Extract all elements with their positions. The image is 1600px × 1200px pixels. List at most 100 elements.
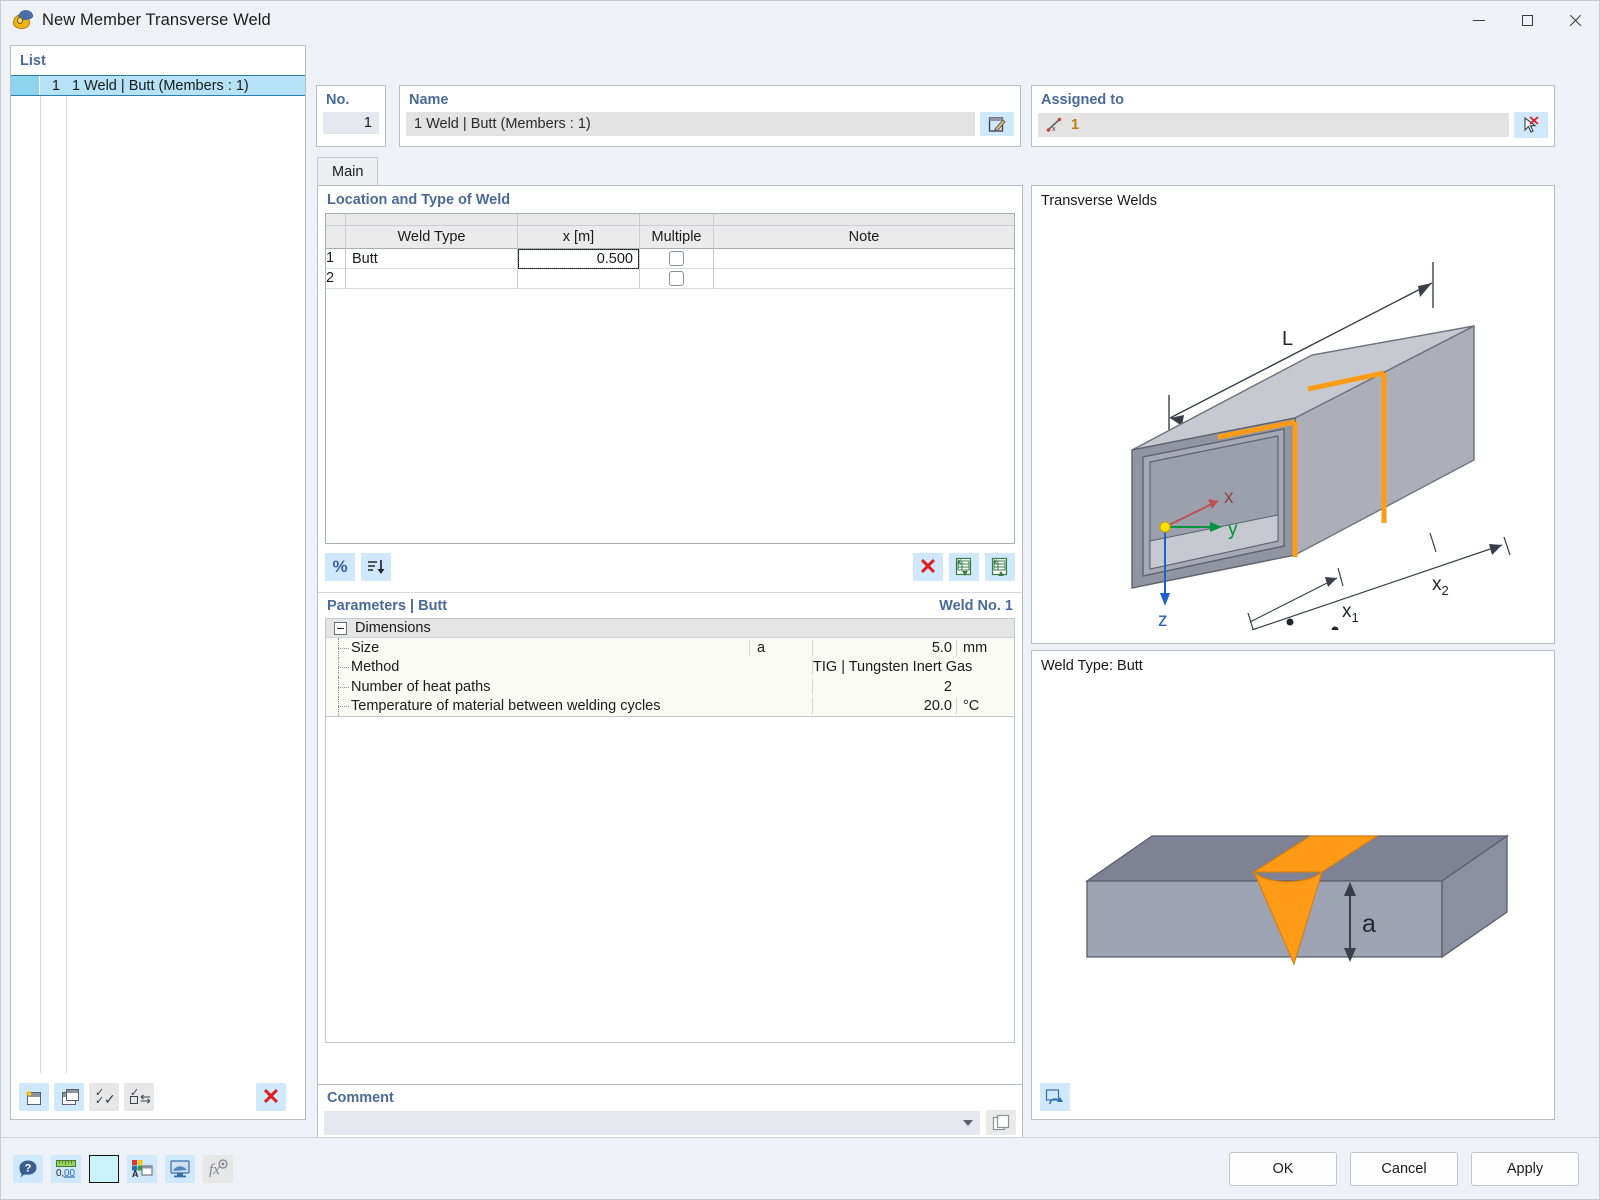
copy-icon xyxy=(992,1114,1009,1130)
number-field[interactable]: 1 xyxy=(323,112,379,134)
refresh-preview-button[interactable] xyxy=(1040,1083,1070,1111)
params-group-dimensions[interactable]: Dimensions xyxy=(326,619,1014,638)
label-x2: x2 xyxy=(1432,574,1449,598)
list-item[interactable]: 1 1 Weld | Butt (Members : 1) xyxy=(11,75,305,96)
svg-text:x: x xyxy=(1052,126,1056,133)
sort-button[interactable] xyxy=(361,553,391,581)
edit-name-button[interactable] xyxy=(980,112,1014,136)
weld-table-toolbar: % ✕ X X xyxy=(325,552,1015,582)
new-item-button[interactable]: ✦ xyxy=(19,1082,49,1111)
col-weld-type: Weld Type xyxy=(346,226,518,249)
ok-button[interactable]: OK xyxy=(1229,1151,1337,1186)
comment-input[interactable] xyxy=(324,1110,980,1135)
formula-icon: fx xyxy=(209,1159,228,1178)
param-value[interactable]: 20.0 xyxy=(812,698,956,715)
tree-connector xyxy=(326,677,351,697)
param-name: Size xyxy=(351,639,380,656)
param-row[interactable]: Method TIG | Tungsten Inert Gas xyxy=(326,657,1014,678)
param-value[interactable]: TIG | Tungsten Inert Gas xyxy=(812,659,972,676)
list-item-label: 1 Weld | Butt (Members : 1) xyxy=(72,78,249,94)
param-value[interactable]: 2 xyxy=(812,678,956,695)
weld-section-caption: Location and Type of Weld xyxy=(327,192,511,208)
close-button[interactable] xyxy=(1551,1,1599,40)
maximize-button[interactable] xyxy=(1503,1,1551,40)
invert-check-icon: ✓ ⇆ xyxy=(130,1086,151,1106)
dialog-window: New Member Transverse Weld List 1 1 Weld… xyxy=(0,0,1600,1200)
weld-number-label: Weld No. 1 xyxy=(939,598,1013,614)
assigned-field[interactable]: x 1 xyxy=(1038,113,1509,137)
cell-multiple[interactable] xyxy=(640,249,714,269)
cell-x[interactable] xyxy=(518,269,640,289)
name-field[interactable]: 1 Weld | Butt (Members : 1) xyxy=(406,112,975,136)
param-row[interactable]: Temperature of material between welding … xyxy=(326,696,1014,717)
invert-selection-button[interactable]: ✓ ⇆ xyxy=(124,1082,154,1111)
clear-assignment-button[interactable] xyxy=(1514,112,1548,138)
list-grid[interactable]: 1 1 Weld | Butt (Members : 1) xyxy=(11,75,305,1073)
units-icon: 0, 00 xyxy=(56,1160,76,1178)
export-excel-button[interactable]: X xyxy=(985,553,1015,581)
cell-x[interactable]: 0.500 xyxy=(518,248,640,269)
param-row[interactable]: Size a 5.0 mm xyxy=(326,638,1014,658)
delete-item-button[interactable]: ✕ xyxy=(256,1082,286,1111)
list-item-color-swatch xyxy=(11,76,40,95)
sort-descending-icon xyxy=(368,559,385,574)
number-caption: No. xyxy=(326,92,350,108)
monitor-icon xyxy=(170,1160,190,1178)
assigned-caption: Assigned to xyxy=(1041,92,1124,108)
display-properties-button[interactable]: A xyxy=(127,1154,157,1183)
view-settings-button[interactable] xyxy=(165,1154,195,1183)
x-icon: ✕ xyxy=(261,1083,281,1109)
collapse-icon[interactable] xyxy=(334,621,347,635)
row-index: 1 xyxy=(326,249,346,269)
tree-connector xyxy=(326,638,351,658)
weld-app-icon xyxy=(11,8,34,32)
delete-cursor-icon xyxy=(1524,116,1539,133)
cell-multiple[interactable] xyxy=(640,269,714,289)
label-L: L xyxy=(1282,328,1293,350)
comment-copy-button[interactable] xyxy=(986,1110,1016,1135)
param-value[interactable]: 5.0 xyxy=(812,639,956,656)
table-row[interactable]: 1 Butt 0.500 xyxy=(326,248,1014,269)
param-unit: mm xyxy=(956,639,1014,656)
window-controls xyxy=(1455,1,1599,40)
units-button[interactable]: 0, 00 xyxy=(51,1154,81,1183)
cell-note[interactable] xyxy=(714,249,1014,269)
delete-row-button[interactable]: ✕ xyxy=(913,553,943,581)
help-button[interactable]: ? xyxy=(13,1154,43,1183)
params-header: Parameters | Butt Weld No. 1 xyxy=(318,593,1022,618)
list-caption: List xyxy=(20,53,46,69)
cell-weld-type[interactable]: Butt xyxy=(346,249,518,269)
chevron-down-icon[interactable] xyxy=(963,1119,973,1126)
name-caption: Name xyxy=(409,92,449,108)
excel-import-icon: X xyxy=(955,557,971,576)
minimize-button[interactable] xyxy=(1455,1,1503,40)
list-item-no: 1 xyxy=(51,78,60,94)
svg-text:?: ? xyxy=(25,1163,32,1175)
formula-button[interactable]: fx xyxy=(203,1154,233,1183)
color-swatch-button[interactable] xyxy=(89,1154,119,1183)
copy-page-icon xyxy=(59,1088,79,1106)
check-all-icon: ✓ ✓ ✓ xyxy=(95,1086,116,1107)
percent-button[interactable]: % xyxy=(325,553,355,581)
table-row[interactable]: 2 xyxy=(326,269,1014,289)
multiple-checkbox[interactable] xyxy=(669,251,684,266)
apply-button[interactable]: Apply xyxy=(1471,1151,1579,1186)
cancel-button[interactable]: Cancel xyxy=(1350,1151,1458,1186)
axis-label-y: y xyxy=(1228,519,1238,540)
param-row[interactable]: Number of heat paths 2 xyxy=(326,677,1014,697)
main-panel: Location and Type of Weld Weld Type x [m… xyxy=(317,185,1023,1120)
dialog-body: List 1 1 Weld | Butt (Members : 1) ✦ ✓ ✓… xyxy=(1,40,1599,1199)
copy-item-button[interactable] xyxy=(54,1082,84,1111)
window-title: New Member Transverse Weld xyxy=(42,11,271,29)
cell-note[interactable] xyxy=(714,269,1014,289)
col-index xyxy=(326,226,346,249)
cell-weld-type[interactable] xyxy=(346,269,518,289)
excel-export-icon: X xyxy=(991,557,1007,576)
multiple-checkbox[interactable] xyxy=(669,271,684,286)
tab-main[interactable]: Main xyxy=(317,157,379,185)
select-all-button[interactable]: ✓ ✓ ✓ xyxy=(89,1082,119,1111)
weld-table: Weld Type x [m] Multiple Note 1 Butt 0.5… xyxy=(325,213,1015,289)
param-name: Temperature of material between welding … xyxy=(351,698,661,715)
import-excel-button[interactable]: X xyxy=(949,553,979,581)
edit-pencil-icon xyxy=(988,116,1006,132)
